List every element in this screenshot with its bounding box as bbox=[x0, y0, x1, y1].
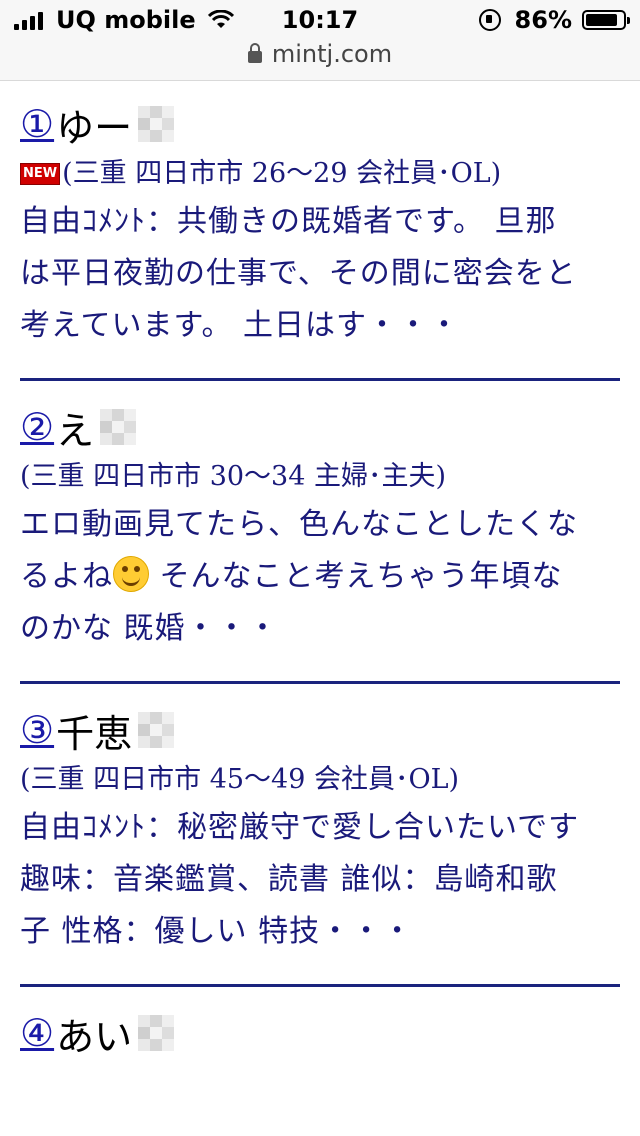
battery-icon bbox=[582, 10, 630, 30]
meta-text: (三重 四日市市 45〜49 会社員･OL) bbox=[20, 764, 460, 795]
new-badge: NEW bbox=[20, 163, 61, 185]
mosaic-censor bbox=[100, 409, 137, 445]
comment-line: 趣味：音楽鑑賞、読書 誰似：島崎和歌 bbox=[20, 862, 558, 897]
battery-percent: 86% bbox=[514, 6, 572, 34]
comment-line: 自由ｺﾒﾝﾄ：共働きの既婚者です。 旦那 bbox=[20, 204, 557, 239]
comment-line: エロ動画見てたら、色んなことしたくな bbox=[20, 507, 578, 542]
smiling-face-icon bbox=[113, 556, 149, 592]
mosaic-censor bbox=[138, 712, 175, 748]
comment-line: るよね そんなこと考えちゃう年頃な bbox=[20, 551, 620, 603]
status-bar: UQ mobile 10:17 86% mintj.com bbox=[0, 0, 640, 81]
entry-title: ② え bbox=[20, 399, 620, 455]
lock-icon bbox=[247, 43, 262, 63]
comment-fragment: そんなこと考えちゃう年頃な bbox=[149, 559, 563, 594]
entry-number-link[interactable]: ① bbox=[20, 102, 54, 146]
list-item: ② え (三重 四日市市 30〜34 主婦･主夫) エロ動画見てたら、色んなこと… bbox=[20, 399, 620, 684]
entry-name: え bbox=[56, 408, 95, 453]
entry-name: 千恵 bbox=[56, 711, 133, 756]
entry-meta: (三重 四日市市 45〜49 会社員･OL) bbox=[20, 758, 620, 802]
profile-list: ① ゆー NEW (三重 四日市市 26〜29 会社員･OL) 自由ｺﾒﾝﾄ：共… bbox=[20, 96, 620, 1105]
list-item: ③ 千恵 (三重 四日市市 45〜49 会社員･OL) 自由ｺﾒﾝﾄ：秘密厳守で… bbox=[20, 702, 620, 987]
entry-comment: 自由ｺﾒﾝﾄ：秘密厳守で愛し合いたいです 趣味：音楽鑑賞、読書 誰似：島崎和歌 … bbox=[20, 802, 620, 958]
entry-name: あい bbox=[56, 1014, 133, 1059]
list-item: ④ あい bbox=[20, 1005, 620, 1087]
comment-line: 自由ｺﾒﾝﾄ：秘密厳守で愛し合いたいです bbox=[20, 810, 580, 845]
battery-area: 86% bbox=[478, 6, 630, 34]
entry-title: ③ 千恵 bbox=[20, 702, 620, 758]
mosaic-censor bbox=[138, 106, 175, 142]
entry-number-link[interactable]: ④ bbox=[20, 1011, 54, 1055]
comment-line: 子 性格：優しい 特技・・・ bbox=[20, 914, 414, 949]
mosaic-censor bbox=[138, 1015, 175, 1051]
meta-text: (三重 四日市市 26〜29 会社員･OL) bbox=[62, 158, 502, 189]
entry-title: ① ゆー bbox=[20, 96, 620, 152]
list-item: ① ゆー NEW (三重 四日市市 26〜29 会社員･OL) 自由ｺﾒﾝﾄ：共… bbox=[20, 96, 620, 381]
comment-fragment: るよね bbox=[20, 559, 113, 594]
meta-text: (三重 四日市市 30〜34 主婦･主夫) bbox=[20, 461, 447, 492]
entry-number-link[interactable]: ③ bbox=[20, 708, 54, 752]
url-text[interactable]: mintj.com bbox=[272, 40, 392, 68]
entry-meta: (三重 四日市市 30〜34 主婦･主夫) bbox=[20, 455, 620, 499]
comment-line: 考えています。 土日はす・・・ bbox=[20, 308, 461, 343]
comment-line: は平日夜勤の仕事で、その間に密会をと bbox=[20, 256, 577, 291]
orientation-lock-icon bbox=[478, 9, 501, 31]
entry-name: ゆー bbox=[56, 105, 133, 150]
entry-comment: エロ動画見てたら、色んなことしたくな るよね そんなこと考えちゃう年頃な のかな… bbox=[20, 499, 620, 655]
address-bar[interactable]: mintj.com bbox=[0, 40, 640, 68]
entry-comment: 自由ｺﾒﾝﾄ：共働きの既婚者です。 旦那 は平日夜勤の仕事で、その間に密会をと … bbox=[20, 196, 620, 352]
comment-line: のかな 既婚・・・ bbox=[20, 611, 279, 646]
entry-title: ④ あい bbox=[20, 1005, 620, 1061]
battery-fill bbox=[586, 14, 617, 26]
entry-number-link[interactable]: ② bbox=[20, 405, 54, 449]
entry-meta: NEW (三重 四日市市 26〜29 会社員･OL) bbox=[20, 152, 620, 196]
